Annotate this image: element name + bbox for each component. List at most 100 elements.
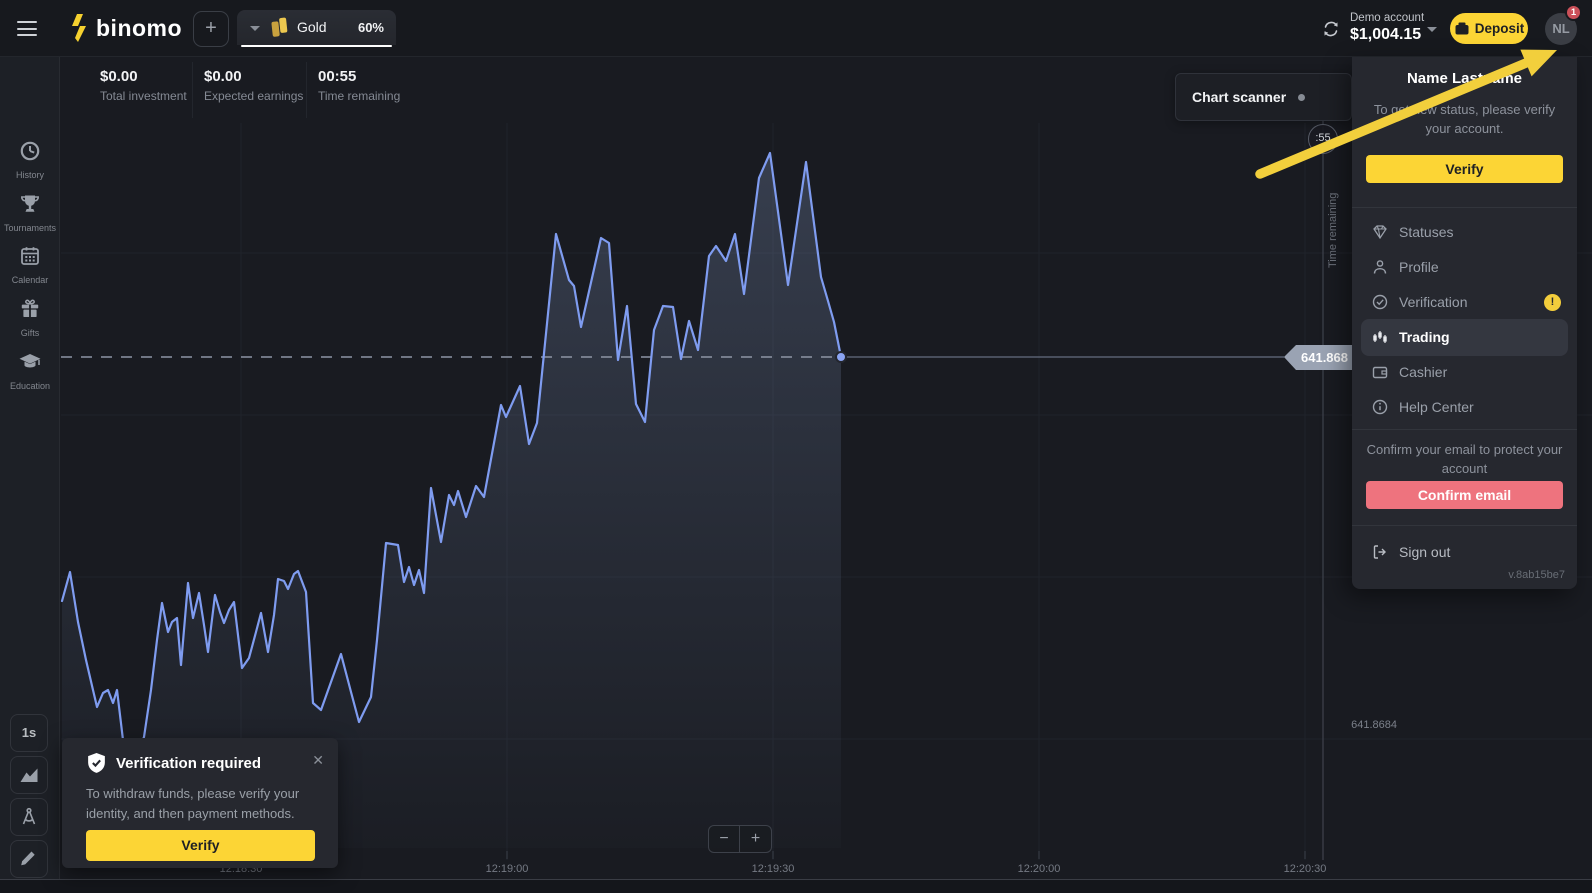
- chevron-down-icon[interactable]: [250, 26, 260, 31]
- scanner-status-dot-icon: [1298, 94, 1305, 101]
- add-asset-tab-button[interactable]: +: [193, 11, 229, 47]
- binomo-logo: binomo: [68, 13, 182, 43]
- sidebar-item-label: Gifts: [0, 328, 60, 338]
- sign-out-label: Sign out: [1399, 535, 1450, 569]
- stat-value: $0.00: [100, 68, 187, 85]
- stat-label: Time remaining: [318, 89, 400, 103]
- person-icon: [1371, 258, 1389, 276]
- menu-item-label: Trading: [1399, 320, 1450, 355]
- verification-warning-badge: !: [1544, 294, 1561, 311]
- refresh-balance-icon[interactable]: [1322, 20, 1340, 43]
- chevron-down-icon[interactable]: [1427, 27, 1437, 32]
- sidebar-item-tournaments[interactable]: Tournaments: [0, 192, 60, 233]
- stat-value: $0.00: [204, 68, 303, 85]
- binomo-trading-app: 641.868 $0.00 Total investment $0.00 Exp…: [0, 0, 1592, 893]
- sidebar-item-gifts[interactable]: Gifts: [0, 297, 60, 338]
- sign-out-icon: [1371, 543, 1389, 561]
- info-circle-icon: [1371, 398, 1389, 416]
- clock-icon: [18, 139, 42, 163]
- menu-item-trading[interactable]: Trading: [1352, 320, 1577, 355]
- menu-item-label: Profile: [1399, 250, 1439, 285]
- sidebar-item-label: Calendar: [0, 275, 60, 285]
- window-bottom-edge: [0, 879, 1592, 893]
- price-axis-tick: 641.8684: [1335, 719, 1397, 731]
- candlestick-icon: [1371, 328, 1389, 346]
- trophy-icon: [18, 192, 42, 216]
- zoom-in-button[interactable]: +: [740, 825, 772, 853]
- drawing-tools-button[interactable]: [10, 840, 48, 878]
- trade-deadline-timer: :55: [1308, 124, 1338, 154]
- stat-label: Expected earnings: [204, 89, 303, 103]
- account-dropdown-menu: Name Lastname To get new status, please …: [1352, 57, 1577, 589]
- gem-icon: [1371, 223, 1389, 241]
- app-version: v.8ab15be7: [1508, 569, 1565, 581]
- check-circle-icon: [1371, 293, 1389, 311]
- shield-check-icon: [86, 752, 107, 775]
- menu-item-label: Cashier: [1399, 355, 1447, 390]
- menu-item-verification[interactable]: Verification !: [1352, 285, 1577, 320]
- time-axis-label: 12:19:30: [733, 863, 813, 875]
- confirm-email-button[interactable]: Confirm email: [1366, 481, 1563, 509]
- pencil-icon: [17, 847, 41, 871]
- graduation-cap-icon: [18, 350, 42, 374]
- stat-time-remaining: 00:55 Time remaining: [318, 68, 400, 103]
- account-balance: $1,004.15: [1350, 26, 1424, 44]
- notification-badge: 1: [1565, 4, 1582, 21]
- verification-required-popup: Verification required ✕ To withdraw fund…: [62, 738, 338, 868]
- account-type: Demo account: [1350, 12, 1424, 24]
- menu-item-label: Help Center: [1399, 390, 1474, 425]
- zoom-out-button[interactable]: −: [708, 825, 740, 853]
- stat-label: Total investment: [100, 89, 187, 103]
- account-switcher[interactable]: Demo account $1,004.15: [1350, 12, 1424, 44]
- left-sidebar: History Tournaments Calendar: [0, 57, 60, 879]
- sign-out-button[interactable]: Sign out: [1352, 535, 1577, 569]
- status-hint-text: To get new status, please verify your ac…: [1365, 101, 1564, 139]
- stats-divider: [306, 62, 307, 118]
- stat-expected-earnings: $0.00 Expected earnings: [204, 68, 303, 103]
- indicators-button[interactable]: [10, 798, 48, 836]
- active-tab-underline: [241, 45, 392, 48]
- logo-text: binomo: [96, 15, 182, 42]
- time-axis-label: 12:20:30: [1265, 863, 1345, 875]
- menu-item-profile[interactable]: Profile: [1352, 250, 1577, 285]
- interval-selector-button[interactable]: 1s: [10, 714, 48, 752]
- asset-tab-gold[interactable]: Gold 60%: [237, 10, 396, 45]
- stats-divider: [192, 62, 193, 118]
- menu-divider: [1352, 525, 1577, 526]
- menu-item-statuses[interactable]: Statuses: [1352, 215, 1577, 250]
- time-axis-label: 12:20:00: [999, 863, 1079, 875]
- user-name: Name Lastname: [1352, 70, 1577, 87]
- popup-title: Verification required: [116, 755, 261, 772]
- sidebar-item-education[interactable]: Education: [0, 350, 60, 391]
- hamburger-menu-icon[interactable]: [17, 21, 37, 36]
- menu-verify-button[interactable]: Verify: [1366, 155, 1563, 183]
- asset-name: Gold: [297, 10, 327, 45]
- time-axis-label: 12:19:00: [467, 863, 547, 875]
- svg-text:641.868: 641.868: [1301, 350, 1348, 365]
- menu-item-label: Verification: [1399, 285, 1467, 320]
- sidebar-item-history[interactable]: History: [0, 139, 60, 180]
- sidebar-item-label: Education: [0, 381, 60, 391]
- calendar-icon: [18, 244, 42, 268]
- wallet-icon: [1371, 363, 1389, 381]
- chart-type-button[interactable]: [10, 756, 48, 794]
- menu-divider: [1352, 429, 1577, 430]
- menu-item-help-center[interactable]: Help Center: [1352, 390, 1577, 425]
- gold-bars-icon: [269, 16, 293, 40]
- stat-value: 00:55: [318, 68, 400, 85]
- popup-verify-button[interactable]: Verify: [86, 830, 315, 861]
- sidebar-item-label: Tournaments: [0, 223, 60, 233]
- close-icon[interactable]: ✕: [312, 752, 324, 769]
- sidebar-item-calendar[interactable]: Calendar: [0, 244, 60, 285]
- top-bar: binomo + Gold 60% Demo account $1,004.15: [0, 0, 1592, 57]
- deposit-button[interactable]: Deposit: [1450, 13, 1528, 44]
- area-chart-icon: [17, 763, 41, 787]
- deposit-label: Deposit: [1475, 21, 1525, 36]
- popup-body-text: To withdraw funds, please verify your id…: [86, 784, 321, 824]
- gift-icon: [18, 297, 42, 321]
- chart-scanner-widget[interactable]: Chart scanner: [1175, 73, 1352, 121]
- compass-icon: [17, 805, 41, 829]
- sidebar-item-label: History: [0, 170, 60, 180]
- asset-payout: 60%: [358, 10, 384, 45]
- menu-item-cashier[interactable]: Cashier: [1352, 355, 1577, 390]
